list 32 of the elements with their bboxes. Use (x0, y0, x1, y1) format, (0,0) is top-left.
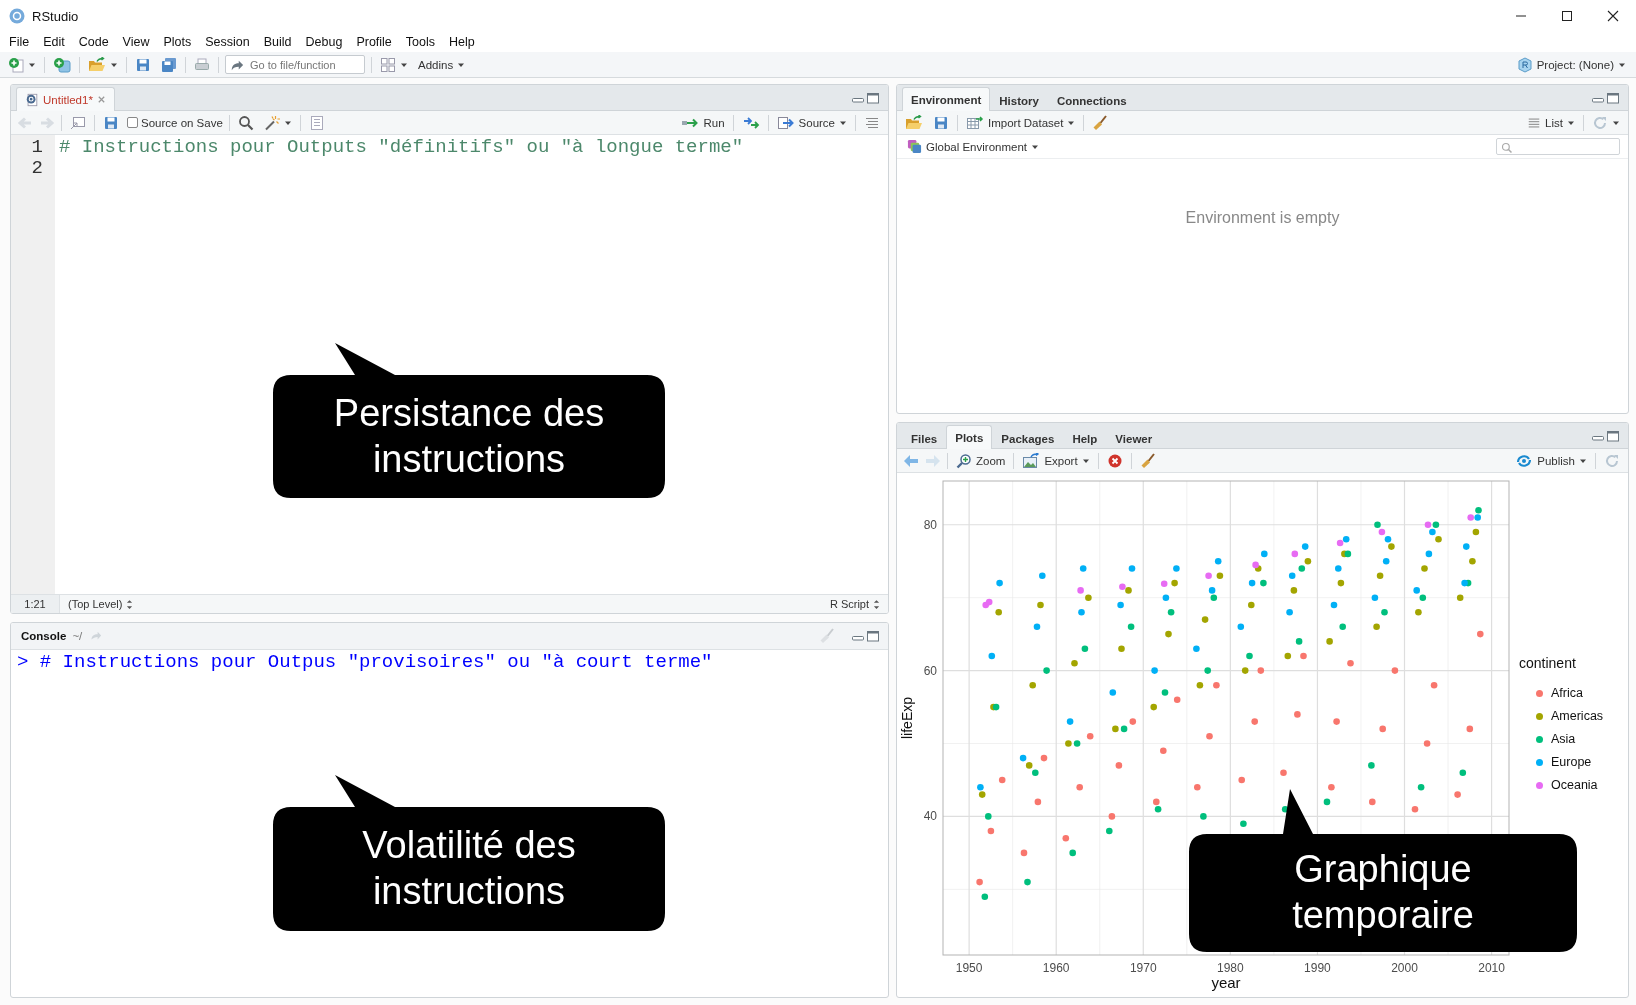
line-number: 2 (30, 158, 44, 179)
empty-message: Environment is empty (1185, 209, 1340, 228)
code-line: # Instructions pour Outputs "définitifs" ou "à longue terme" (59, 137, 745, 158)
legend-label: Asia (1551, 732, 1576, 746)
axis-tick-label: 1990 (1304, 961, 1331, 975)
callout-text: Graphique temporaire (1291, 847, 1475, 938)
axis-title: lifeExp (899, 697, 915, 739)
axis-tick-label: 1960 (1042, 961, 1070, 975)
legend-label: Europe (1551, 755, 1592, 769)
axis-tick-label: 80 (923, 517, 937, 532)
legend-label: Oceania (1551, 778, 1598, 792)
working-directory: ~/ (72, 630, 83, 642)
legend-label: Africa (1551, 686, 1583, 700)
checkbox-label: Source on Save (141, 116, 223, 129)
axis-tick-label: 2010 (1478, 961, 1505, 975)
legend-label: Americas (1551, 709, 1604, 723)
axis-title: year (1211, 974, 1241, 991)
axis-tick-label: 2000 (1391, 961, 1418, 975)
callout-text: Volatilité des instructions (361, 823, 577, 914)
axis-tick-label: 1950 (955, 961, 983, 975)
line-number: 1 (30, 137, 44, 158)
axis-tick-label: 60 (923, 663, 937, 678)
window-title: RStudio (32, 8, 79, 24)
console-prompt: > (17, 651, 29, 673)
axis-tick-label: 1970 (1129, 961, 1157, 975)
console-title: Console (21, 630, 67, 642)
console-command: # Instructions pour Outpus "provisoires" ou "à court terme" (39, 651, 713, 673)
legend-title: continent (1519, 655, 1576, 671)
cursor-position: 1:21 (11, 595, 60, 613)
axis-tick-label: 40 (923, 809, 937, 824)
callout-text: Persistance des instructions (332, 390, 606, 482)
axis-tick-label: 1980 (1217, 961, 1244, 975)
